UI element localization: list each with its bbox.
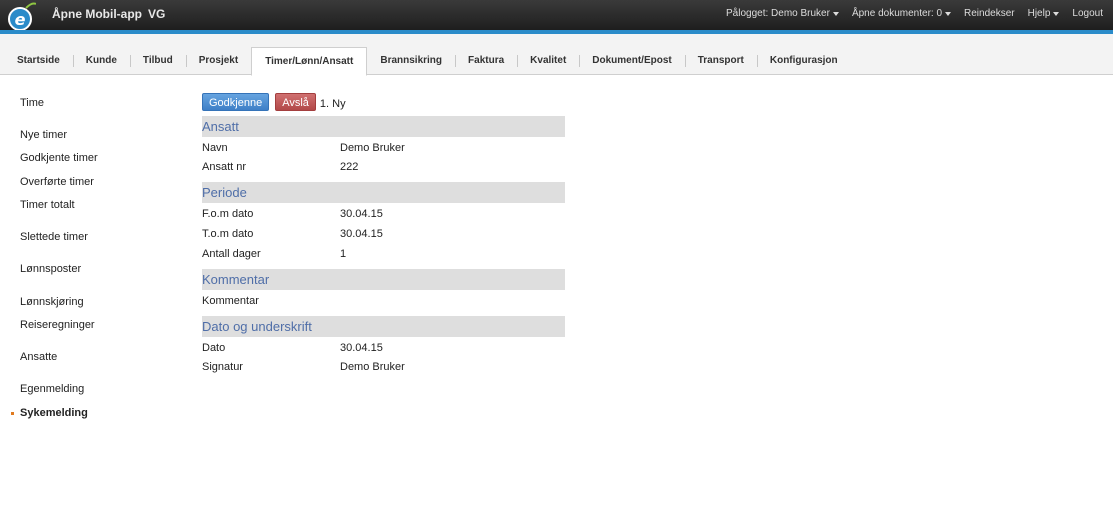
tab-timer-lonn-ansatt[interactable]: Timer/Lønn/Ansatt (251, 47, 368, 76)
active-bullet-icon (11, 412, 14, 415)
signatur-value: Demo Bruker (340, 361, 405, 373)
sidebar-item-lonnskjoring[interactable]: Lønnskjøring (20, 296, 84, 308)
sidebar-item-sykemelding[interactable]: Sykemelding (20, 407, 88, 419)
tab-tilbud[interactable]: Tilbud (129, 47, 186, 75)
action-bar: Godkjenne Avslå 1. Ny (202, 93, 346, 111)
top-bar: e Åpne Mobil-app VG Pålogget: Demo Bruke… (0, 0, 1113, 32)
open-mobile-app-link[interactable]: Åpne Mobil-app (52, 7, 142, 21)
section-periode-header: Periode (202, 182, 565, 203)
section-ansatt-header: Ansatt (202, 116, 565, 137)
ansatt-nr-label: Ansatt nr (202, 161, 247, 173)
vg-link[interactable]: VG (148, 7, 165, 21)
tab-kunde[interactable]: Kunde (72, 47, 130, 75)
sidebar-item-godkjente-timer[interactable]: Godkjente timer (20, 152, 98, 164)
sidebar-item-egenmelding[interactable]: Egenmelding (20, 383, 84, 395)
tom-dato-value: 30.04.15 (340, 228, 383, 240)
sidebar-item-ansatte[interactable]: Ansatte (20, 351, 57, 363)
tab-brannsikring[interactable]: Brannsikring (367, 47, 455, 75)
help-menu[interactable]: Hjelp (1028, 8, 1060, 19)
antall-dager-value: 1 (340, 248, 347, 260)
tab-dokument-epost[interactable]: Dokument/Epost (579, 47, 684, 75)
tom-dato-label: T.o.m dato (202, 228, 254, 240)
sidebar-item-lonnsposter[interactable]: Lønnsposter (20, 263, 81, 275)
fom-dato-label: F.o.m dato (202, 208, 254, 220)
navn-value: Demo Bruker (340, 142, 405, 154)
sidebar-item-nye-timer[interactable]: Nye timer (20, 129, 67, 141)
approve-button[interactable]: Godkjenne (202, 93, 270, 111)
tab-bar: Startside Kunde Tilbud Prosjekt Timer/Lø… (0, 34, 1113, 76)
open-documents-label: Åpne dokumenter: 0 (851, 8, 943, 19)
dato-value: 30.04.15 (340, 342, 383, 354)
logout-link[interactable]: Logout (1072, 8, 1103, 19)
help-label: Hjelp (1027, 8, 1051, 19)
kommentar-label: Kommentar (202, 295, 259, 307)
tab-startside[interactable]: Startside (4, 47, 73, 75)
chevron-down-icon (1053, 11, 1060, 16)
sidebar-item-time[interactable]: Time (20, 97, 44, 109)
section-kommentar-header: Kommentar (202, 269, 565, 290)
reindex-link[interactable]: Reindekser (964, 8, 1015, 19)
top-right-menu: Pålogget: Demo Bruker Åpne dokumenter: 0… (726, 8, 1103, 19)
tab-transport[interactable]: Transport (684, 47, 757, 75)
app-logo-icon[interactable]: e (6, 2, 36, 32)
chevron-down-icon (832, 11, 839, 16)
logged-in-label: Pålogget: Demo Bruker (726, 8, 830, 19)
section-dato-header: Dato og underskrift (202, 316, 565, 337)
navn-label: Navn (202, 142, 228, 154)
tab-prosjekt[interactable]: Prosjekt (185, 47, 251, 75)
status-text: 1. Ny (319, 97, 346, 110)
sidebar-item-slettede-timer[interactable]: Slettede timer (20, 231, 88, 243)
signatur-label: Signatur (202, 361, 243, 373)
svg-text:e: e (15, 10, 26, 29)
sidebar-item-timer-totalt[interactable]: Timer totalt (20, 199, 75, 211)
tab-faktura[interactable]: Faktura (455, 47, 517, 75)
dato-label: Dato (202, 342, 226, 354)
tab-konfigurasjon[interactable]: Konfigurasjon (756, 47, 851, 75)
open-documents-menu[interactable]: Åpne dokumenter: 0 (851, 8, 952, 19)
sidebar-item-reiseregninger[interactable]: Reiseregninger (20, 319, 95, 331)
antall-dager-label: Antall dager (202, 248, 261, 260)
tab-kvalitet[interactable]: Kvalitet (517, 47, 579, 75)
ansatt-nr-value: 222 (340, 161, 359, 173)
sidebar-item-overforte-timer[interactable]: Overførte timer (20, 176, 94, 188)
chevron-down-icon (945, 11, 952, 16)
reject-button[interactable]: Avslå (275, 93, 316, 111)
logged-in-menu[interactable]: Pålogget: Demo Bruker (726, 8, 839, 19)
fom-dato-value: 30.04.15 (340, 208, 383, 220)
tab-list: Startside Kunde Tilbud Prosjekt Timer/Lø… (4, 47, 851, 76)
